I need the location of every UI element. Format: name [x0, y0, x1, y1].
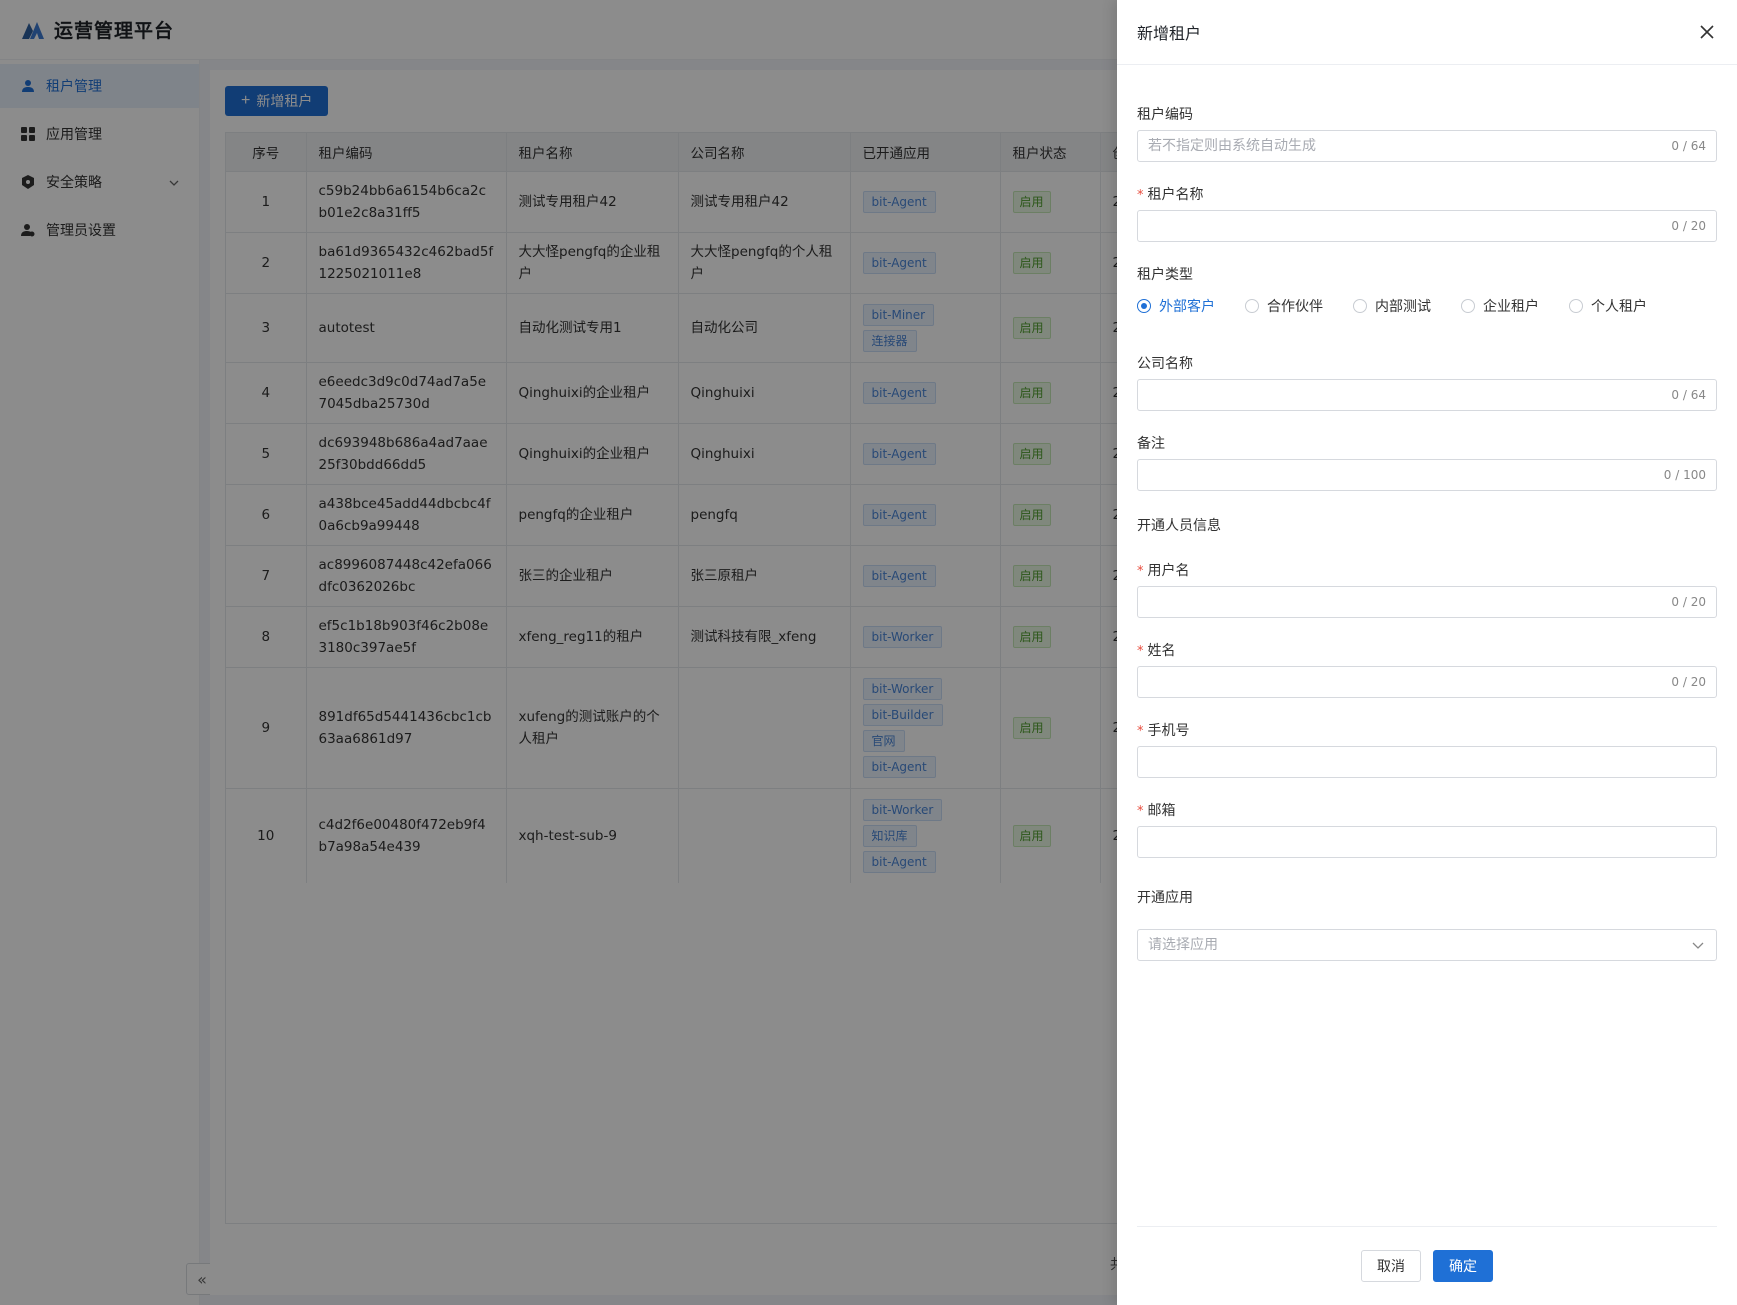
field-label-realname: * 姓名 — [1137, 643, 1176, 659]
username-field[interactable]: 0 / 20 — [1137, 586, 1717, 618]
required-mark: * — [1137, 644, 1144, 659]
apps-select[interactable] — [1137, 929, 1717, 961]
phone-field[interactable] — [1137, 746, 1717, 778]
radio-personal-tenant[interactable]: 个人租户 — [1569, 296, 1647, 316]
apps-select-input[interactable] — [1148, 937, 1692, 953]
chevron-down-icon — [1692, 938, 1706, 952]
radio-external-customer[interactable]: 外部客户 — [1137, 296, 1215, 316]
char-count: 0 / 20 — [1671, 219, 1706, 233]
char-count: 0 / 20 — [1671, 675, 1706, 689]
radio-dot — [1137, 299, 1151, 313]
field-label-username: * 用户名 — [1137, 563, 1190, 579]
add-tenant-drawer: 新增租户 租户编码 0 / 64 *租户名称 0 / 20 租户类型 外部客户 … — [1117, 0, 1737, 1305]
cancel-button[interactable]: 取消 — [1361, 1250, 1421, 1282]
required-mark: * — [1137, 564, 1144, 579]
field-label-company: 公司名称 — [1137, 356, 1193, 372]
email-input[interactable] — [1148, 834, 1706, 850]
radio-dot — [1569, 299, 1583, 313]
realname-field[interactable]: 0 / 20 — [1137, 666, 1717, 698]
field-label-email: * 邮箱 — [1137, 803, 1176, 819]
char-count: 0 / 64 — [1671, 139, 1706, 153]
required-mark: * — [1137, 804, 1144, 819]
section-title-people: 开通人员信息 — [1137, 518, 1221, 534]
field-label-apps: 开通应用 — [1137, 890, 1193, 906]
radio-internal-test[interactable]: 内部测试 — [1353, 296, 1431, 316]
required-mark: * — [1137, 188, 1144, 203]
field-label-type: 租户类型 — [1137, 267, 1193, 283]
radio-dot — [1353, 299, 1367, 313]
char-count: 0 / 64 — [1671, 388, 1706, 402]
email-field[interactable] — [1137, 826, 1717, 858]
realname-input[interactable] — [1148, 674, 1664, 690]
radio-dot — [1461, 299, 1475, 313]
company-name-input[interactable] — [1148, 387, 1664, 403]
drawer-footer: 取消 确定 — [1137, 1226, 1717, 1305]
phone-input[interactable] — [1148, 754, 1706, 770]
drawer-header: 新增租户 — [1117, 0, 1737, 65]
char-count: 0 / 20 — [1671, 595, 1706, 609]
radio-enterprise-tenant[interactable]: 企业租户 — [1461, 296, 1539, 316]
field-label-remark: 备注 — [1137, 436, 1165, 452]
field-label-phone: * 手机号 — [1137, 723, 1190, 739]
char-count: 0 / 100 — [1663, 468, 1706, 482]
close-icon[interactable] — [1697, 22, 1717, 42]
company-name-field[interactable]: 0 / 64 — [1137, 379, 1717, 411]
confirm-button[interactable]: 确定 — [1433, 1250, 1493, 1282]
field-label-code: 租户编码 — [1137, 107, 1193, 123]
radio-partner[interactable]: 合作伙伴 — [1245, 296, 1323, 316]
username-input[interactable] — [1148, 594, 1664, 610]
tenant-name-input[interactable] — [1148, 218, 1664, 234]
remark-input[interactable] — [1148, 467, 1656, 483]
radio-dot — [1245, 299, 1259, 313]
tenant-name-field[interactable]: 0 / 20 — [1137, 210, 1717, 242]
tenant-type-radio-group: 外部客户 合作伙伴 内部测试 企业租户 个人租户 — [1137, 296, 1677, 316]
drawer-title: 新增租户 — [1137, 24, 1202, 43]
required-mark: * — [1137, 724, 1144, 739]
remark-field[interactable]: 0 / 100 — [1137, 459, 1717, 491]
field-label-name: * 租户名称 — [1137, 187, 1204, 203]
tenant-code-field[interactable]: 0 / 64 — [1137, 130, 1717, 162]
tenant-code-input[interactable] — [1148, 138, 1664, 154]
